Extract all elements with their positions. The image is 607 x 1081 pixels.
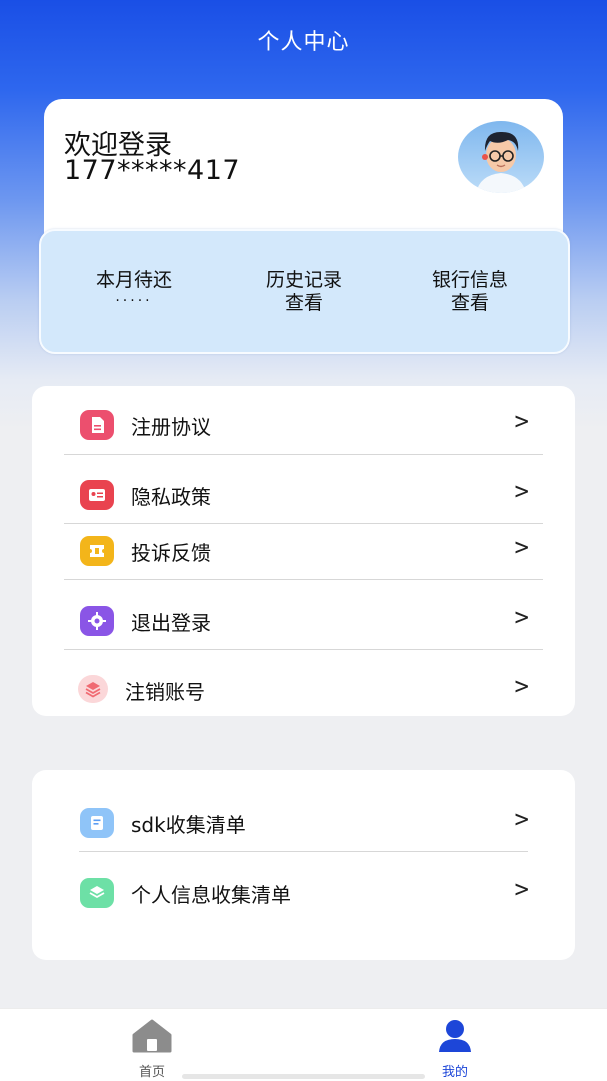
chevron-right-icon: >	[514, 875, 529, 903]
stats-panel: 本月待还 ····· 历史记录 查看 银行信息 查看	[39, 229, 570, 354]
stat-bank-info[interactable]: 银行信息 查看	[387, 269, 553, 315]
stat-history[interactable]: 历史记录 查看	[221, 269, 387, 315]
divider	[64, 649, 543, 650]
stat-label: 本月待还	[95, 269, 172, 291]
menu-item-delete-account[interactable]: 注销账号 >	[32, 661, 575, 721]
menu-item-label: 注册协议	[131, 415, 211, 439]
bottom-tab-bar: 首页 我的	[0, 1008, 607, 1081]
stat-label: 历史记录	[265, 269, 342, 291]
stat-value: 查看	[450, 292, 489, 314]
chevron-right-icon: >	[514, 407, 529, 435]
stat-monthly-due[interactable]: 本月待还 ·····	[51, 269, 217, 310]
menu-item-label: 投诉反馈	[131, 541, 211, 565]
stat-value: 查看	[284, 292, 323, 314]
chevron-right-icon: >	[514, 533, 529, 561]
id-card-icon	[80, 480, 114, 510]
tab-home[interactable]: 首页	[112, 1019, 192, 1080]
collection-list-menu: sdk收集清单 > 个人信息收集清单 >	[32, 770, 575, 960]
menu-item-label: 个人信息收集清单	[131, 883, 291, 907]
layers-icon	[78, 675, 108, 703]
menu-item-complaint-feedback[interactable]: 投诉反馈 >	[32, 522, 575, 582]
document-icon	[80, 410, 114, 440]
tab-mine[interactable]: 我的	[415, 1019, 495, 1080]
gear-icon	[80, 606, 114, 636]
divider	[79, 851, 528, 852]
stat-label: 银行信息	[431, 269, 508, 291]
stat-value: ·····	[115, 293, 153, 309]
chevron-right-icon: >	[514, 477, 529, 505]
phone-number: 177*****417	[64, 155, 241, 186]
page-title: 个人中心	[257, 30, 350, 55]
menu-item-privacy-policy[interactable]: 隐私政策 >	[32, 466, 575, 526]
chevron-right-icon: >	[514, 603, 529, 631]
chevron-right-icon: >	[514, 672, 529, 700]
settings-menu: 注册协议 > 隐私政策 > 投诉反馈 > 退出登录 > 注销账号 >	[32, 386, 575, 716]
menu-item-label: 注销账号	[125, 680, 205, 704]
menu-item-sdk-list[interactable]: sdk收集清单 >	[32, 794, 575, 854]
divider	[64, 454, 543, 455]
ticket-icon	[80, 536, 114, 566]
menu-item-personal-info-list[interactable]: 个人信息收集清单 >	[32, 864, 575, 924]
person-icon	[439, 1020, 471, 1052]
menu-item-register-agreement[interactable]: 注册协议 >	[32, 396, 575, 456]
divider	[64, 579, 543, 580]
receipt-icon	[80, 808, 114, 838]
menu-item-logout[interactable]: 退出登录 >	[32, 592, 575, 652]
stack-icon	[80, 878, 114, 908]
menu-item-label: sdk收集清单	[131, 813, 246, 837]
home-icon	[132, 1019, 172, 1053]
tab-label: 我的	[441, 1065, 468, 1080]
user-avatar-icon[interactable]	[458, 121, 544, 193]
menu-item-label: 隐私政策	[131, 485, 211, 509]
menu-item-label: 退出登录	[131, 611, 211, 635]
tab-label: 首页	[138, 1065, 165, 1080]
chevron-right-icon: >	[514, 805, 529, 833]
home-indicator	[182, 1074, 425, 1079]
